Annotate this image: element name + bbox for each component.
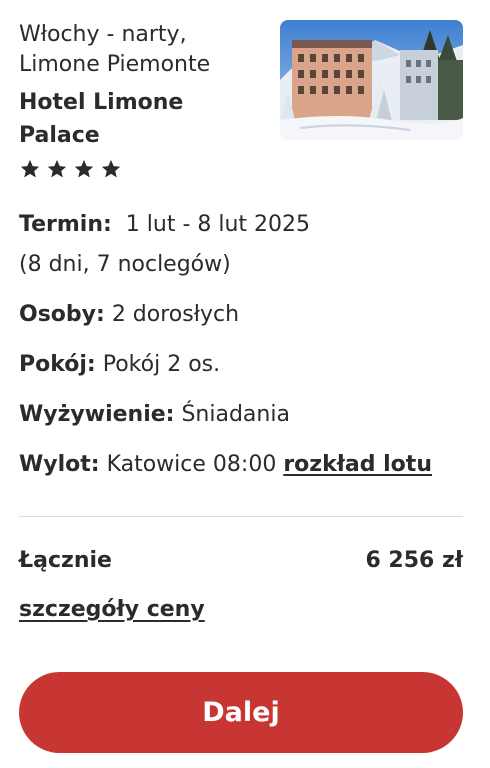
room-value: Pokój 2 os. [102,352,221,377]
room-row: Pokój: Pokój 2 os. [19,348,469,382]
price-details-link[interactable]: szczegóły ceny [19,594,205,626]
star-icon [47,159,67,178]
total-row: Łącznie 6 256 zł [19,545,463,577]
hotel-rating [19,158,269,180]
hotel-photo [280,20,463,140]
destination: Włochy - narty, Limone Piemonte [19,20,269,80]
total-price: 6 256 zł [365,548,463,573]
term-duration: (8 dni, 7 noclegów) [19,252,231,277]
persons-row: Osoby: 2 dorosłych [19,298,469,332]
hotel-name-line-1: Hotel Limone [19,90,184,115]
flight-schedule-link[interactable]: rozkład lotu [283,452,432,477]
term-value: 1 lut - 8 lut 2025 [125,212,311,237]
next-button[interactable]: Dalej [19,672,463,753]
term-label: Termin: [19,212,112,237]
hotel-name: Hotel Limone Palace [19,86,269,152]
destination-line-1: Włochy - narty, [19,22,187,47]
board-label: Wyżywienie: [19,402,175,427]
offer-header: Włochy - narty, Limone Piemonte Hotel Li… [19,20,269,180]
hotel-name-line-2: Palace [19,123,100,148]
divider [19,516,463,517]
persons-label: Osoby: [19,302,105,327]
total-label: Łącznie [19,548,112,573]
flight-value: Katowice 08:00 [106,452,277,477]
star-icon [74,159,94,178]
persons-value: 2 dorosłych [111,302,240,327]
room-label: Pokój: [19,352,96,377]
board-row: Wyżywienie: Śniadania [19,398,469,432]
destination-line-2: Limone Piemonte [19,52,211,77]
board-value: Śniadania [181,402,290,427]
flight-row: Wylot: Katowice 08:00 rozkład lotu [19,448,469,482]
offer-summary-card: Włochy - narty, Limone Piemonte Hotel Li… [0,0,490,768]
star-icon [101,159,121,178]
star-icon [20,159,40,178]
offer-details: Termin: 1 lut - 8 lut 2025 (8 dni, 7 noc… [19,208,469,482]
term-row: Termin: 1 lut - 8 lut 2025 (8 dni, 7 noc… [19,208,469,282]
flight-label: Wylot: [19,452,100,477]
